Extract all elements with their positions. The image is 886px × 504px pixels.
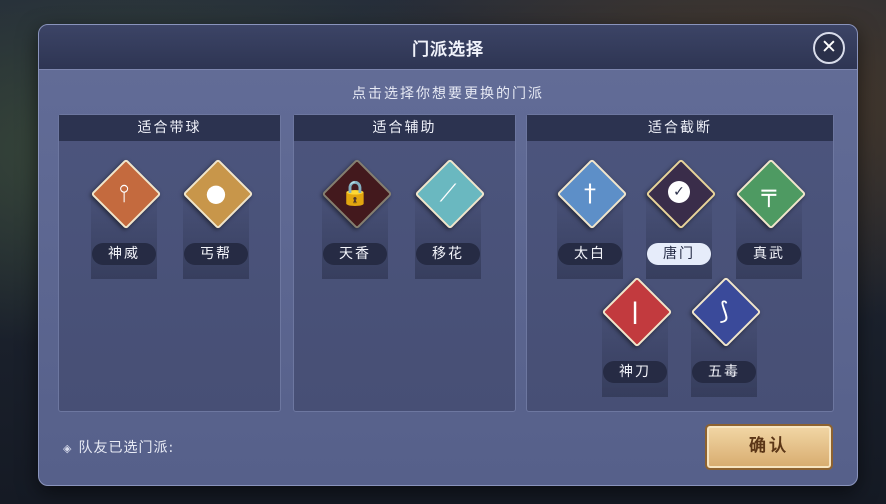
hero-zhenwu[interactable]: ╤ 真武 [732,158,807,279]
group-heading: 适合截断 [527,115,833,141]
dialog-title: 门派选择 [412,40,484,60]
group-heading: 适合辅助 [294,115,515,141]
hero-label: 五毒 [692,361,756,383]
claw-icon: ⟆ [719,297,729,325]
hero-taibai[interactable]: † 太白 [553,158,628,279]
hero-gaibang[interactable]: ● 丐帮 [179,158,254,279]
bullet-icon: ◈ [63,442,73,455]
confirm-button[interactable]: 确认 [705,424,833,470]
teammates-label: 队友已选门派: [78,440,175,456]
sword-icon: † [584,179,596,207]
hero-label: 神威 [92,243,156,265]
sword-icon: ╤ [761,179,777,207]
spear-icon: ⫯ [118,179,130,207]
group-panel-support: 适合辅助 🔒 天香 ⟋ 移花 [293,114,516,412]
hero-yihua[interactable]: ⟋ 移花 [411,158,486,279]
hero-tangmen[interactable]: ✓ 唐门 [642,158,717,279]
hero-shendao[interactable]: ǀ 神刀 [598,276,673,397]
blade-icon: ǀ [631,297,639,325]
hero-shenwei[interactable]: ⫯ 神威 [87,158,162,279]
group-panel-intercept: 适合截断 † 太白 ✓ 唐门 ╤ 真武 ǀ 神刀 ⟆ 五毒 [526,114,834,412]
check-icon: ✓ [668,181,690,203]
hero-label: 移花 [416,243,480,265]
lock-icon: 🔒 [340,179,370,207]
group-panel-dribble: 适合带球 ⫯ 神威 ● 丐帮 [58,114,281,412]
gourd-icon: ● [205,179,227,207]
flute-icon: ⟋ [439,179,457,207]
dialog-subtitle: 点击选择你想要更换的门派 [352,86,544,102]
hero-tianxiang[interactable]: 🔒 天香 [318,158,393,279]
hero-label: 神刀 [603,361,667,383]
title-bar: 门派选择 ✕ [39,25,857,70]
group-heading: 适合带球 [59,115,280,141]
teammates-selected: ◈ 队友已选门派: [63,437,174,457]
close-icon[interactable]: ✕ [813,32,845,64]
hero-wudu[interactable]: ⟆ 五毒 [687,276,762,397]
hero-label: 太白 [558,243,622,265]
hero-label: 真武 [737,243,801,265]
sect-selection-dialog: 门派选择 ✕ 点击选择你想要更换的门派 适合带球 ⫯ 神威 ● 丐帮 适合辅助 … [38,24,858,486]
hero-label: 唐门 [647,243,711,265]
hero-label: 天香 [323,243,387,265]
hero-label: 丐帮 [184,243,248,265]
